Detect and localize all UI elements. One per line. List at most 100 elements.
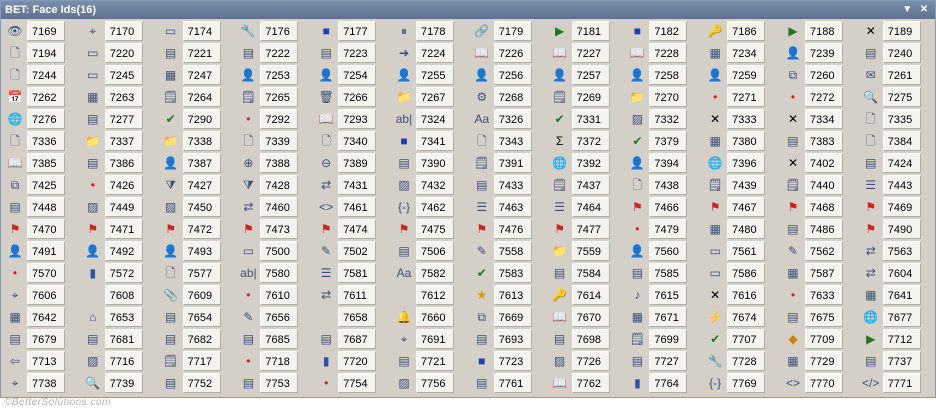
face-id-cell[interactable]: 🗋 7335 — [858, 108, 936, 130]
face-id-cell[interactable]: ⇄ 7611 — [313, 284, 391, 306]
face-id-cell[interactable]: • 7633 — [780, 284, 858, 306]
face-id-cell[interactable]: 📖 7762 — [547, 372, 625, 394]
face-id-cell[interactable]: 📖 7226 — [469, 42, 547, 64]
face-id-cell[interactable]: ▨ 7450 — [158, 196, 236, 218]
face-id-cell[interactable]: Σ 7372 — [547, 130, 625, 152]
face-id-cell[interactable]: 🗑 7266 — [313, 86, 391, 108]
face-id-cell[interactable]: ▦ 7587 — [780, 262, 858, 284]
face-id-cell[interactable]: ♪ 7615 — [624, 284, 702, 306]
face-id-cell[interactable]: ⇄ 7460 — [235, 196, 313, 218]
face-id-cell[interactable]: Aa 7326 — [469, 108, 547, 130]
face-id-cell[interactable]: 👤 7259 — [702, 64, 780, 86]
face-id-cell[interactable]: ◆ 7709 — [780, 328, 858, 350]
face-id-cell[interactable]: ▤ 7654 — [158, 306, 236, 328]
face-id-cell[interactable]: 👤 7258 — [624, 64, 702, 86]
face-id-cell[interactable]: ➔ 7224 — [391, 42, 469, 64]
face-id-cell[interactable]: ▨ 7756 — [391, 372, 469, 394]
face-id-cell[interactable]: ✎ 7562 — [780, 240, 858, 262]
face-id-cell[interactable]: 👤 7256 — [469, 64, 547, 86]
face-id-cell[interactable]: ✎ 7656 — [235, 306, 313, 328]
face-id-cell[interactable]: 👤 7491 — [2, 240, 80, 262]
face-id-cell[interactable]: 🗋 7438 — [624, 174, 702, 196]
face-id-cell[interactable]: ▤ 7685 — [235, 328, 313, 350]
face-id-cell[interactable]: ✉ 7261 — [858, 64, 936, 86]
face-id-cell[interactable]: ⚙ 7268 — [469, 86, 547, 108]
face-id-cell[interactable]: 👤 7239 — [780, 42, 858, 64]
face-id-cell[interactable]: 🌐 7677 — [858, 306, 936, 328]
face-id-cell[interactable]: ⌖ 7738 — [2, 372, 80, 394]
face-id-cell[interactable]: <> 7461 — [313, 196, 391, 218]
face-id-cell[interactable]: 🗒 7440 — [780, 174, 858, 196]
face-id-cell[interactable]: 7608 — [80, 284, 158, 306]
face-id-cell[interactable]: ✎ 7558 — [469, 240, 547, 262]
face-id-cell[interactable]: ▤ 7687 — [313, 328, 391, 350]
face-id-cell[interactable]: ▭ 7561 — [702, 240, 780, 262]
face-id-cell[interactable]: ▮ 7572 — [80, 262, 158, 284]
face-id-cell[interactable]: ⚑ 7474 — [313, 218, 391, 240]
face-id-cell[interactable]: 🗒 7437 — [547, 174, 625, 196]
face-id-cell[interactable]: ▶ 7712 — [858, 328, 936, 350]
face-id-cell[interactable]: 📖 7227 — [547, 42, 625, 64]
face-id-cell[interactable]: ⌖ 7170 — [80, 20, 158, 42]
face-id-cell[interactable]: ⚑ 7468 — [780, 196, 858, 218]
face-id-cell[interactable]: ▦ 7641 — [858, 284, 936, 306]
face-id-cell[interactable]: ▤ 7486 — [780, 218, 858, 240]
face-id-cell[interactable]: ▤ 7693 — [469, 328, 547, 350]
face-id-cell[interactable]: ⌖ 7606 — [2, 284, 80, 306]
face-id-cell[interactable]: </> 7771 — [858, 372, 936, 394]
face-id-cell[interactable]: ▦ 7480 — [702, 218, 780, 240]
face-id-cell[interactable]: 👤 7387 — [158, 152, 236, 174]
face-id-cell[interactable]: ✕ 7616 — [702, 284, 780, 306]
face-id-cell[interactable]: ⌖ 7691 — [391, 328, 469, 350]
face-id-cell[interactable]: ⧉ 7260 — [780, 64, 858, 86]
face-id-cell[interactable]: 🗒 7264 — [158, 86, 236, 108]
face-id-cell[interactable]: 🗒 7391 — [469, 152, 547, 174]
face-id-cell[interactable]: ⚑ 7469 — [858, 196, 936, 218]
face-id-cell[interactable]: 🗋 7340 — [313, 130, 391, 152]
face-id-cell[interactable]: ▤ 7761 — [469, 372, 547, 394]
face-id-cell[interactable]: ▭ 7500 — [235, 240, 313, 262]
face-id-cell[interactable]: ▦ 7642 — [2, 306, 80, 328]
face-id-cell[interactable]: 🗋 7339 — [235, 130, 313, 152]
face-id-cell[interactable]: ▦ 7671 — [624, 306, 702, 328]
face-id-cell[interactable]: ⚡ 7674 — [702, 306, 780, 328]
face-id-cell[interactable]: ▤ 7448 — [2, 196, 80, 218]
face-id-cell[interactable]: 📖 7293 — [313, 108, 391, 130]
face-id-cell[interactable]: 🗋 7384 — [858, 130, 936, 152]
face-id-cell[interactable]: ⇄ 7604 — [858, 262, 936, 284]
face-id-cell[interactable]: 👤 7255 — [391, 64, 469, 86]
face-id-cell[interactable]: ▨ 7726 — [547, 350, 625, 372]
face-id-cell[interactable]: ★ 7613 — [469, 284, 547, 306]
face-id-cell[interactable]: ▤ 7585 — [624, 262, 702, 284]
face-id-cell[interactable]: ▶ 7188 — [780, 20, 858, 42]
face-id-cell[interactable]: ▤ 7221 — [158, 42, 236, 64]
face-id-cell[interactable]: 👤 7257 — [547, 64, 625, 86]
face-id-cell[interactable]: ▨ 7332 — [624, 108, 702, 130]
face-id-cell[interactable]: ☰ 7463 — [469, 196, 547, 218]
face-id-cell[interactable]: ⚑ 7466 — [624, 196, 702, 218]
face-id-cell[interactable]: ■ 7341 — [391, 130, 469, 152]
face-id-cell[interactable]: ✔ 7707 — [702, 328, 780, 350]
face-id-cell[interactable]: ⚑ 7475 — [391, 218, 469, 240]
face-id-cell[interactable]: ■ 7182 — [624, 20, 702, 42]
face-id-cell[interactable]: ▤ 7752 — [158, 372, 236, 394]
face-id-cell[interactable]: 🗒 7269 — [547, 86, 625, 108]
face-id-cell[interactable]: ✕ 7333 — [702, 108, 780, 130]
face-id-cell[interactable]: 📁 7267 — [391, 86, 469, 108]
face-id-cell[interactable]: 🌐 7392 — [547, 152, 625, 174]
face-id-cell[interactable]: • 7754 — [313, 372, 391, 394]
face-id-cell[interactable]: ⧉ 7669 — [469, 306, 547, 328]
face-id-cell[interactable]: ■ 7723 — [469, 350, 547, 372]
face-id-cell[interactable]: ▤ 7433 — [469, 174, 547, 196]
face-id-cell[interactable]: ▤ 7681 — [80, 328, 158, 350]
face-id-cell[interactable]: ▤ 7753 — [235, 372, 313, 394]
face-id-cell[interactable]: ▭ 7174 — [158, 20, 236, 42]
face-id-cell[interactable]: • 7610 — [235, 284, 313, 306]
face-id-cell[interactable]: ✎ 7502 — [313, 240, 391, 262]
face-id-cell[interactable]: 🔧 7728 — [702, 350, 780, 372]
face-id-cell[interactable]: ✕ 7189 — [858, 20, 936, 42]
face-id-cell[interactable]: ⊕ 7388 — [235, 152, 313, 174]
face-id-cell[interactable]: 🔑 7614 — [547, 284, 625, 306]
face-id-cell[interactable]: 👤 7394 — [624, 152, 702, 174]
face-id-cell[interactable]: 🗋 7577 — [158, 262, 236, 284]
